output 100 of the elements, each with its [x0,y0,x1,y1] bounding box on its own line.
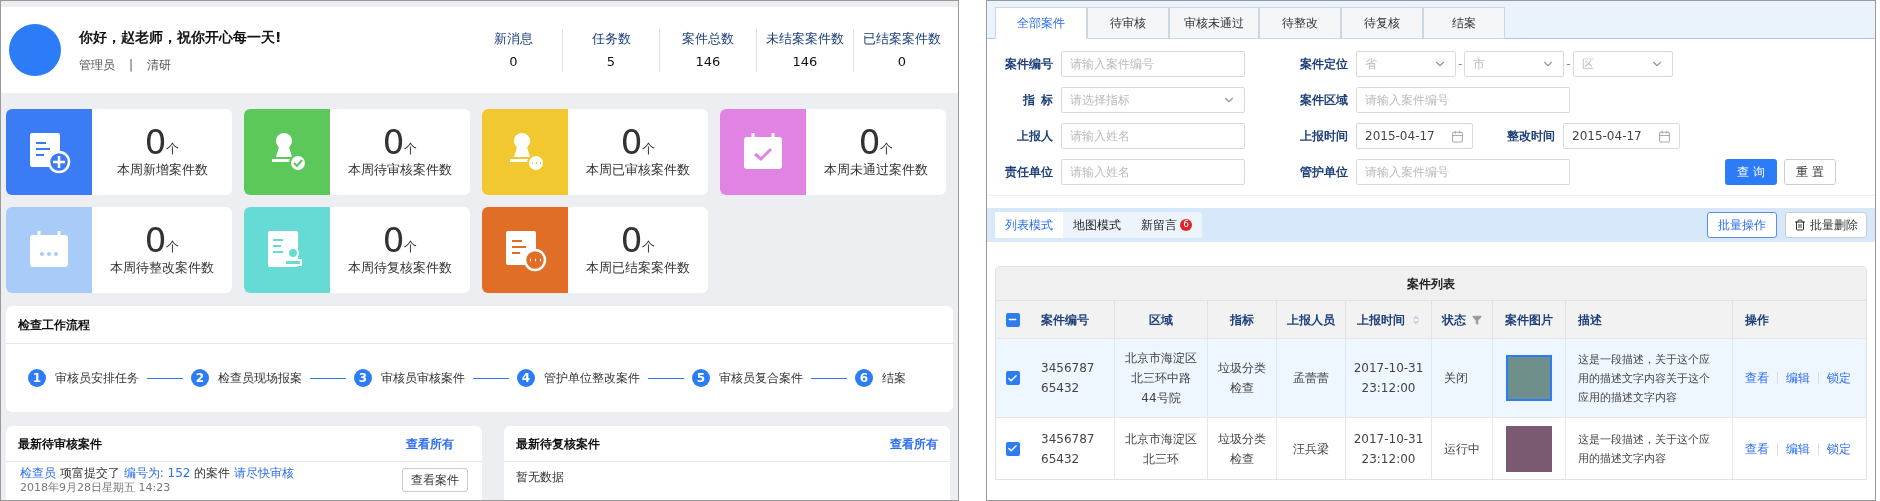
table-title: 案件列表 [996,267,1866,300]
check-icon [1007,372,1018,384]
table-cell-text: 孟蕾蕾 [1293,370,1329,387]
field-label: 上报人 [1016,128,1054,145]
column-header: 指标 [1230,311,1254,329]
step-number: 4 [517,369,535,387]
action-link[interactable]: 编辑 [1786,439,1810,458]
card-label: 本周待复核案件数 [348,259,452,278]
tab[interactable]: 结案 [1423,7,1505,39]
stat-value: 146 [695,53,721,71]
section-title: 最新待审核案件 [18,435,102,453]
calendar-icon [1451,129,1464,143]
action-link[interactable]: 锁定 [1827,439,1851,458]
field-label: 上报时间 [1299,128,1349,145]
action-link[interactable]: 查看 [1745,369,1769,387]
count-unit: 个 [880,140,894,158]
table-cell-text: 3456787 65432 [1041,430,1095,468]
stat-label: 已结案案件数 [863,29,941,48]
count-value: 0 [382,124,405,161]
step-number: 6 [855,369,873,387]
batch-delete-button[interactable]: 批量删除 [1785,212,1867,238]
filter-icon[interactable] [1472,314,1482,325]
reset-button[interactable]: 重 置 [1784,159,1836,185]
card-label: 本周待整改案件数 [110,259,214,278]
empty-text: 暂无数据 [515,469,565,486]
notice-link[interactable]: 编号为: 152 [123,466,191,480]
stat-label: 案件总数 [682,29,734,48]
field-label: 案件区域 [1299,92,1349,109]
action-link[interactable]: 编辑 [1786,369,1810,387]
table-cell-text: 2017-10-31 23:12:00 [1353,360,1424,397]
greeting-text: 你好，赵老师，祝你开心每一天! [79,27,282,47]
view-mode-tab[interactable]: 列表模式 [995,212,1063,238]
separator-text: | [129,56,134,74]
field-label: 指 标 [1022,92,1054,109]
checkbox[interactable] [1005,312,1020,327]
check-icon [1007,443,1018,454]
notice-link[interactable]: 检查员 [20,466,56,480]
checkbox[interactable] [1005,441,1020,456]
table-cell-text: 关闭 [1444,370,1468,387]
stat-label: 未结案案件数 [766,29,844,48]
photo-placeholder [1506,425,1552,472]
table-row[interactable]: 3456787 65432 北京市海淀区 北三环 垃圾分类 检查 汪兵梁 2017-10-31 23:12:00 运行中 这是一段描述，关于这个应用的描述文字内容 查看 编辑 锁定 [996,417,1866,479]
column-header: 案件编号 [1041,311,1089,329]
action-link[interactable]: 锁定 [1827,369,1851,387]
view-case-button[interactable]: 查看案件 [402,468,468,492]
count-unit: 个 [404,140,418,158]
column-header: 操作 [1745,311,1769,329]
card-label: 本周未通过案件数 [824,161,928,180]
step-label: 审核员安排任务 [55,370,139,387]
tab[interactable]: 审核未通过 [1169,7,1259,39]
stat-value: 146 [792,53,818,71]
search-button[interactable]: 查 询 [1725,159,1777,185]
dash-text: - [1457,56,1464,73]
view-mode-tab[interactable]: 新留言 6 [1131,212,1202,238]
step-label: 审核员审核案件 [381,370,465,387]
table-cell-text: 这是一段描述，关于这个应用的描述文字内容关于这个应用的描述文字内容 [1578,351,1711,406]
field-label: 管护单位 [1299,164,1349,181]
table-cell-text: 2017-10-31 23:12:00 [1353,430,1424,468]
table-cell-text: 运行中 [1444,440,1480,458]
role-text: 管理员 [79,56,115,74]
count-unit: 个 [166,238,180,256]
count-unit: 个 [642,238,656,256]
tab[interactable]: 待审核 [1087,7,1169,39]
checkbox[interactable] [1005,371,1020,385]
step-label: 结案 [882,370,906,387]
stat-label: 新消息 [494,29,533,48]
table-row[interactable]: 3456787 65432 北京市海淀区 北三环中路 44号院 垃圾分类 检查 孟蕾蕾 2017-10-31 23:12:00 关闭 这是一段描述，关于这个应用的描述文字内容关于这个应用的描述文字内容 查看 编辑 锁定 [996,338,1866,417]
batch-action-button[interactable]: 批量操作 [1707,212,1777,238]
column-header: 描述 [1578,311,1602,329]
view-mode-tab[interactable]: 地图模式 [1063,212,1131,238]
tab[interactable]: 待整改 [1259,7,1341,39]
table-cell-text: 3456787 65432 [1041,360,1095,397]
view-all-link[interactable]: 查看所有 [890,434,938,453]
stat-value: 0 [509,53,518,71]
tab[interactable]: 全部案件 [995,7,1087,39]
card-label: 本周已结案案件数 [586,259,690,278]
stat-value: 0 [897,53,907,71]
field-label: 整改时间 [1506,128,1556,145]
card-label: 本周待审核案件数 [348,161,452,180]
date-field[interactable]: 2015-04-17 [1356,123,1473,149]
step-label: 管护单位整改案件 [544,370,640,387]
count-unit: 个 [642,140,656,158]
notice-link[interactable]: 请尽快审核 [234,466,295,480]
stat-value: 5 [606,53,616,71]
count-unit: 个 [166,140,180,158]
field-label: 责任单位 [1004,164,1054,181]
photo-placeholder [1506,355,1552,401]
column-header: 区域 [1149,311,1173,329]
count-value: 0 [620,124,643,161]
tab[interactable]: 待复核 [1341,7,1423,39]
avatar [9,24,61,76]
field-label: 案件编号 [1004,56,1054,73]
step-number: 2 [191,369,209,387]
step-number: 3 [354,369,372,387]
date-field[interactable]: 2015-04-17 [1563,123,1680,149]
stat-label: 任务数 [591,29,631,48]
column-header: 案件图片 [1505,311,1553,329]
action-link[interactable]: 查看 [1745,439,1769,458]
table-cell-text: 北京市海淀区 北三环中路 44号院 [1125,350,1197,407]
view-all-link[interactable]: 查看所有 [406,434,454,453]
